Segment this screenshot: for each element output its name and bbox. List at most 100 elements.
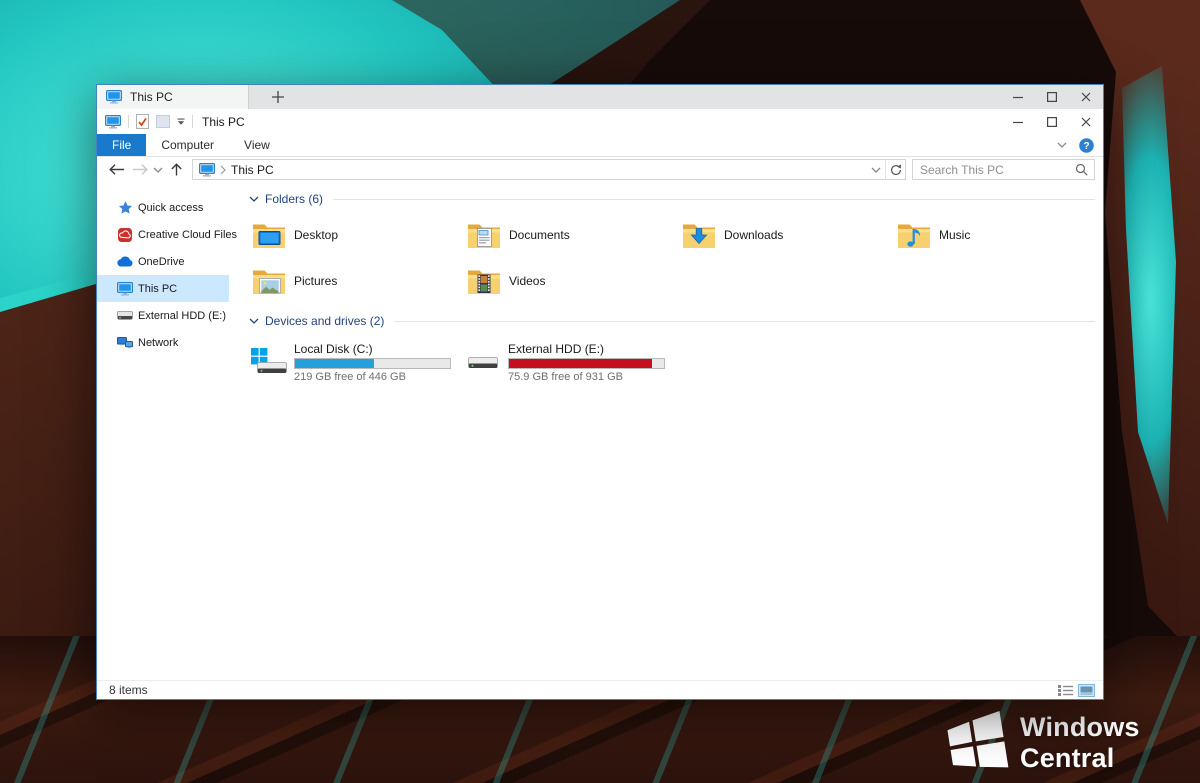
sidebar-item-label: External HDD (E:) [138,310,226,322]
creative-cloud-icon [116,228,134,242]
capacity-bar [294,358,451,369]
address-toolbar: This PC [97,157,1103,182]
sidebar-item-label: This PC [138,283,177,295]
navigation-pane: Quick access Creative Cloud Files OneDri… [97,182,229,680]
watermark: Windows Central [948,712,1200,774]
qat-dropdown-icon[interactable] [177,118,185,125]
this-pc-icon [105,90,123,104]
drive-windows-icon [251,347,287,377]
separator [128,115,129,128]
sidebar-item[interactable]: OneDrive [97,248,229,275]
sidebar-item[interactable]: This PC [97,275,229,302]
folder-music-icon [896,221,932,250]
new-folder-icon[interactable] [156,115,170,128]
group-header-drives[interactable]: Devices and drives (2) [249,314,1095,328]
hdd-small-icon [116,310,134,321]
file-explorer-window: This PC This PC [96,84,1104,700]
chevron-down-icon[interactable] [151,167,165,173]
folder-tile[interactable]: Documents [464,212,679,258]
capacity-bar-fill [509,359,652,368]
thumbnail-view-icon[interactable] [1078,684,1095,697]
folder-label: Desktop [294,228,338,242]
drive-label: Local Disk (C:) [294,342,451,356]
windows-flag-icon [948,714,1006,772]
group-title: Devices and drives (2) [265,314,384,328]
folder-tile[interactable]: Videos [464,258,679,304]
chevron-right-icon [220,165,226,175]
close-icon [1081,117,1091,127]
drive-size-text: 75.9 GB free of 931 GB [508,371,665,383]
sidebar-item[interactable]: External HDD (E:) [97,302,229,329]
folder-label: Videos [509,274,545,288]
breadcrumb[interactable]: This PC [231,163,274,177]
maximize-button[interactable] [1035,117,1069,127]
group-divider [333,199,1095,200]
minimize-icon [1013,92,1023,102]
minimize-button[interactable] [1001,117,1035,127]
drive-tile[interactable]: External HDD (E:) 75.9 GB free of 931 GB [463,336,677,388]
sidebar-item[interactable]: Creative Cloud Files [97,221,229,248]
sidebar-item-label: Quick access [138,202,203,214]
tab-window-controls [1001,85,1103,109]
search-icon[interactable] [1075,163,1088,176]
ribbon-tab[interactable]: File [97,134,146,156]
plus-icon [272,91,284,103]
maximize-icon [1047,92,1057,102]
ribbon-tab[interactable]: Computer [146,134,229,156]
main-area: Quick access Creative Cloud Files OneDri… [97,182,1103,680]
onedrive-icon [116,256,134,267]
separator [192,115,193,128]
up-arrow-icon[interactable] [165,163,187,176]
maximize-button[interactable] [1035,85,1069,109]
watermark-text: Windows Central [1020,712,1200,774]
folder-desktop-icon [251,221,287,250]
tab-this-pc[interactable]: This PC [97,85,249,109]
drive-plain-icon [465,347,501,377]
search-input[interactable] [920,163,1075,177]
folder-tile[interactable]: Downloads [679,212,894,258]
ribbon-tab-bar: File Computer View ? [97,134,1103,157]
item-count: 8 items [109,683,148,697]
group-chevron-icon[interactable] [249,318,259,324]
address-bar[interactable]: This PC [192,159,906,180]
group-divider [394,321,1095,322]
folder-pictures-icon [251,267,287,296]
ribbon-right-controls: ? [1057,134,1103,156]
maximize-icon [1047,117,1057,127]
refresh-icon[interactable] [885,160,905,179]
svg-text:?: ? [1083,141,1089,152]
back-arrow-icon[interactable] [105,164,129,175]
help-icon[interactable]: ? [1079,138,1094,153]
group-title: Folders (6) [265,192,323,206]
forward-arrow-icon[interactable] [129,164,151,175]
close-button[interactable] [1069,85,1103,109]
folders-grid: Desktop Documents Downloads [249,212,1095,304]
sidebar-item[interactable]: Network [97,329,229,356]
sidebar-item[interactable]: Quick access [97,194,229,221]
search-box[interactable] [912,159,1095,180]
drive-size-text: 219 GB free of 446 GB [294,371,451,383]
details-view-icon[interactable] [1058,684,1073,697]
chevron-down-icon[interactable] [866,160,885,179]
group-header-folders[interactable]: Folders (6) [249,192,1095,206]
desktop: Windows Central This PC [0,0,1200,783]
close-icon [1081,92,1091,102]
properties-check-icon[interactable] [136,114,149,129]
folder-tile[interactable]: Pictures [249,258,464,304]
tab-label: This PC [130,90,234,104]
drive-tile[interactable]: Local Disk (C:) 219 GB free of 446 GB [249,336,463,388]
this-pc-icon [105,115,121,129]
chevron-down-icon[interactable] [1057,142,1067,148]
ribbon-tab[interactable]: View [229,134,285,156]
folder-tile[interactable]: Music [894,212,1103,258]
folder-tile[interactable]: Desktop [249,212,464,258]
capacity-bar [508,358,665,369]
group-chevron-icon[interactable] [249,196,259,202]
new-tab-button[interactable] [265,85,291,109]
close-button[interactable] [1069,117,1103,127]
quick-access-toolbar [105,114,193,129]
sidebar-item-label: OneDrive [138,256,184,268]
files-pane: Folders (6) Desktop Documents [229,182,1103,680]
folder-label: Music [939,228,970,242]
minimize-button[interactable] [1001,85,1035,109]
